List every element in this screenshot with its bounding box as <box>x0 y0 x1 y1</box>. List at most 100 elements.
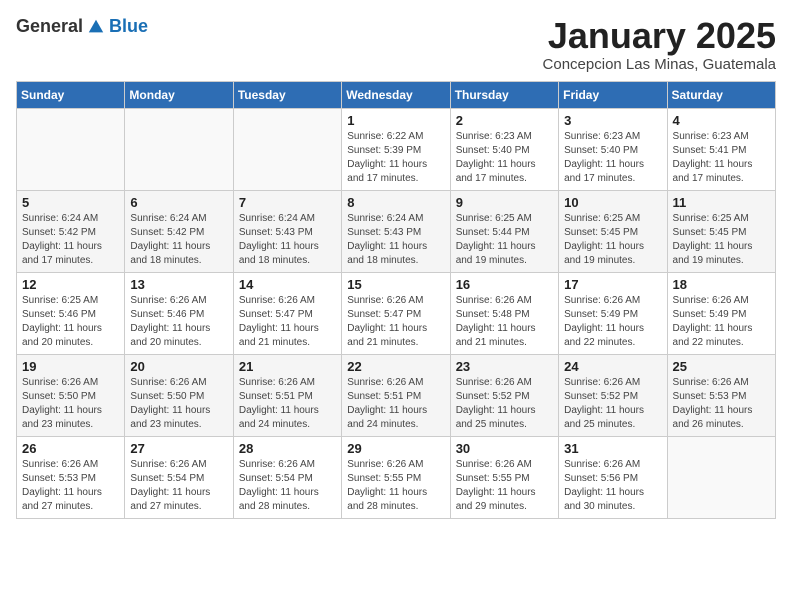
day-info: Sunrise: 6:26 AM Sunset: 5:50 PM Dayligh… <box>22 376 119 432</box>
calendar-cell: 7Sunrise: 6:24 AM Sunset: 5:43 PM Daylig… <box>233 190 341 272</box>
calendar-cell: 30 Sunrise: 6:26 AM Sunset: 5:55 PM Dayli… <box>450 436 558 518</box>
month-title: January 2025 <box>543 16 776 56</box>
day-header-saturday: Saturday <box>667 81 775 108</box>
day-number: 5 <box>22 195 119 210</box>
calendar-cell: 3 Sunrise: 6:23 AM Sunset: 5:40 PM Daylig… <box>559 108 667 190</box>
day-info: Sunrise: 6:26 AM Sunset: 5:55 PM Dayligh… <box>456 458 553 514</box>
title-block: January 2025 Concepcion Las Minas, Guate… <box>543 16 776 73</box>
day-info: Sunrise: 6:26 AM Sunset: 5:49 PM Dayligh… <box>564 294 661 350</box>
day-info: Sunrise: 6:23 AM Sunset: 5:40 PM Dayligh… <box>564 130 661 186</box>
day-number: 9 <box>456 195 553 210</box>
calendar-cell: 24 Sunrise: 6:26 AM Sunset: 5:52 PM Dayli… <box>559 354 667 436</box>
calendar-cell <box>667 436 775 518</box>
calendar-body: 1Sunrise: 6:22 AM Sunset: 5:39 PM Daylig… <box>17 108 776 518</box>
day-info: Sunrise: 6:26 AM Sunset: 5:54 PM Dayligh… <box>130 458 227 514</box>
day-number: 15 <box>347 277 444 292</box>
day-number: 26 <box>22 441 119 456</box>
calendar-cell: 23 Sunrise: 6:26 AM Sunset: 5:52 PM Dayli… <box>450 354 558 436</box>
logo-icon <box>87 18 105 36</box>
day-number: 21 <box>239 359 336 374</box>
calendar-cell: 13 Sunrise: 6:26 AM Sunset: 5:46 PM Dayli… <box>125 272 233 354</box>
day-header-wednesday: Wednesday <box>342 81 450 108</box>
day-info: Sunrise: 6:26 AM Sunset: 5:52 PM Dayligh… <box>564 376 661 432</box>
day-info: Sunrise: 6:26 AM Sunset: 5:53 PM Dayligh… <box>673 376 770 432</box>
day-header-tuesday: Tuesday <box>233 81 341 108</box>
calendar-cell: 1Sunrise: 6:22 AM Sunset: 5:39 PM Daylig… <box>342 108 450 190</box>
day-number: 23 <box>456 359 553 374</box>
calendar-cell: 8Sunrise: 6:24 AM Sunset: 5:43 PM Daylig… <box>342 190 450 272</box>
calendar-cell: 16Sunrise: 6:26 AM Sunset: 5:48 PM Dayli… <box>450 272 558 354</box>
day-info: Sunrise: 6:26 AM Sunset: 5:54 PM Dayligh… <box>239 458 336 514</box>
calendar-cell: 11Sunrise: 6:25 AM Sunset: 5:45 PM Dayli… <box>667 190 775 272</box>
day-number: 17 <box>564 277 661 292</box>
day-number: 19 <box>22 359 119 374</box>
day-number: 30 <box>456 441 553 456</box>
calendar-week-row: 1Sunrise: 6:22 AM Sunset: 5:39 PM Daylig… <box>17 108 776 190</box>
logo-general: General <box>16 16 83 37</box>
day-number: 12 <box>22 277 119 292</box>
calendar-cell: 31Sunrise: 6:26 AM Sunset: 5:56 PM Dayli… <box>559 436 667 518</box>
logo-blue: Blue <box>109 16 148 37</box>
day-info: Sunrise: 6:26 AM Sunset: 5:51 PM Dayligh… <box>347 376 444 432</box>
day-number: 14 <box>239 277 336 292</box>
calendar-cell: 12Sunrise: 6:25 AM Sunset: 5:46 PM Dayli… <box>17 272 125 354</box>
day-info: Sunrise: 6:26 AM Sunset: 5:56 PM Dayligh… <box>564 458 661 514</box>
day-number: 4 <box>673 113 770 128</box>
calendar-cell: 2 Sunrise: 6:23 AM Sunset: 5:40 PM Daylig… <box>450 108 558 190</box>
calendar-cell: 25 Sunrise: 6:26 AM Sunset: 5:53 PM Dayli… <box>667 354 775 436</box>
logo: General Blue <box>16 16 148 37</box>
calendar-cell: 27 Sunrise: 6:26 AM Sunset: 5:54 PM Dayli… <box>125 436 233 518</box>
calendar-cell <box>233 108 341 190</box>
location-subtitle: Concepcion Las Minas, Guatemala <box>543 56 776 73</box>
day-info: Sunrise: 6:24 AM Sunset: 5:42 PM Dayligh… <box>22 212 119 268</box>
day-info: Sunrise: 6:23 AM Sunset: 5:40 PM Dayligh… <box>456 130 553 186</box>
day-number: 3 <box>564 113 661 128</box>
day-info: Sunrise: 6:26 AM Sunset: 5:52 PM Dayligh… <box>456 376 553 432</box>
calendar-cell: 4 Sunrise: 6:23 AM Sunset: 5:41 PM Daylig… <box>667 108 775 190</box>
day-number: 20 <box>130 359 227 374</box>
day-info: Sunrise: 6:26 AM Sunset: 5:47 PM Dayligh… <box>239 294 336 350</box>
calendar-cell: 6Sunrise: 6:24 AM Sunset: 5:42 PM Daylig… <box>125 190 233 272</box>
day-info: Sunrise: 6:26 AM Sunset: 5:51 PM Dayligh… <box>239 376 336 432</box>
day-info: Sunrise: 6:23 AM Sunset: 5:41 PM Dayligh… <box>673 130 770 186</box>
day-number: 6 <box>130 195 227 210</box>
day-info: Sunrise: 6:26 AM Sunset: 5:46 PM Dayligh… <box>130 294 227 350</box>
calendar-cell: 21 Sunrise: 6:26 AM Sunset: 5:51 PM Dayli… <box>233 354 341 436</box>
page-header: General Blue January 2025 Concepcion Las… <box>16 16 776 73</box>
day-info: Sunrise: 6:24 AM Sunset: 5:43 PM Dayligh… <box>347 212 444 268</box>
calendar-cell: 5 Sunrise: 6:24 AM Sunset: 5:42 PM Daylig… <box>17 190 125 272</box>
day-number: 11 <box>673 195 770 210</box>
day-info: Sunrise: 6:26 AM Sunset: 5:55 PM Dayligh… <box>347 458 444 514</box>
calendar-week-row: 19 Sunrise: 6:26 AM Sunset: 5:50 PM Dayli… <box>17 354 776 436</box>
calendar-cell: 14 Sunrise: 6:26 AM Sunset: 5:47 PM Dayli… <box>233 272 341 354</box>
calendar-week-row: 26 Sunrise: 6:26 AM Sunset: 5:53 PM Dayli… <box>17 436 776 518</box>
day-info: Sunrise: 6:26 AM Sunset: 5:48 PM Dayligh… <box>456 294 553 350</box>
calendar-table: SundayMondayTuesdayWednesdayThursdayFrid… <box>16 81 776 519</box>
day-info: Sunrise: 6:26 AM Sunset: 5:49 PM Dayligh… <box>673 294 770 350</box>
calendar-cell: 15 Sunrise: 6:26 AM Sunset: 5:47 PM Dayli… <box>342 272 450 354</box>
day-header-thursday: Thursday <box>450 81 558 108</box>
day-header-friday: Friday <box>559 81 667 108</box>
calendar-cell: 9 Sunrise: 6:25 AM Sunset: 5:44 PM Daylig… <box>450 190 558 272</box>
day-info: Sunrise: 6:26 AM Sunset: 5:53 PM Dayligh… <box>22 458 119 514</box>
day-number: 13 <box>130 277 227 292</box>
calendar-cell <box>17 108 125 190</box>
day-header-monday: Monday <box>125 81 233 108</box>
calendar-cell: 19 Sunrise: 6:26 AM Sunset: 5:50 PM Dayli… <box>17 354 125 436</box>
day-info: Sunrise: 6:26 AM Sunset: 5:50 PM Dayligh… <box>130 376 227 432</box>
calendar-cell: 10 Sunrise: 6:25 AM Sunset: 5:45 PM Dayli… <box>559 190 667 272</box>
day-number: 25 <box>673 359 770 374</box>
day-number: 22 <box>347 359 444 374</box>
day-info: Sunrise: 6:24 AM Sunset: 5:43 PM Dayligh… <box>239 212 336 268</box>
day-number: 10 <box>564 195 661 210</box>
day-number: 29 <box>347 441 444 456</box>
day-number: 27 <box>130 441 227 456</box>
day-number: 2 <box>456 113 553 128</box>
day-info: Sunrise: 6:25 AM Sunset: 5:45 PM Dayligh… <box>564 212 661 268</box>
calendar-cell: 20 Sunrise: 6:26 AM Sunset: 5:50 PM Dayli… <box>125 354 233 436</box>
day-info: Sunrise: 6:25 AM Sunset: 5:44 PM Dayligh… <box>456 212 553 268</box>
calendar-cell: 18Sunrise: 6:26 AM Sunset: 5:49 PM Dayli… <box>667 272 775 354</box>
day-info: Sunrise: 6:26 AM Sunset: 5:47 PM Dayligh… <box>347 294 444 350</box>
day-number: 24 <box>564 359 661 374</box>
calendar-week-row: 5 Sunrise: 6:24 AM Sunset: 5:42 PM Daylig… <box>17 190 776 272</box>
